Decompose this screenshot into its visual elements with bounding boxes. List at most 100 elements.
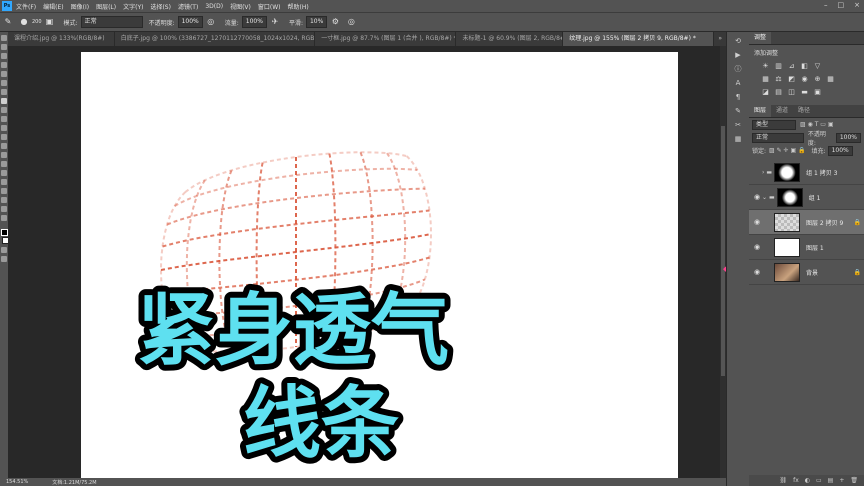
color-lookup-icon[interactable]: ▦ <box>826 75 835 84</box>
menu-3d[interactable]: 3D(D) <box>205 3 223 10</box>
exposure-icon[interactable]: ◧ <box>800 62 809 71</box>
menu-view[interactable]: 视图(V) <box>230 2 251 11</box>
blur-tool-icon[interactable] <box>1 143 7 149</box>
info-icon[interactable]: ⓘ <box>732 64 744 74</box>
hand-tool-icon[interactable] <box>1 197 7 203</box>
history-brush-tool-icon[interactable] <box>1 116 7 122</box>
quick-select-tool-icon[interactable] <box>1 62 7 68</box>
brush-settings-icon[interactable]: ✎ <box>732 106 744 116</box>
flow-input[interactable]: 100% <box>241 16 267 28</box>
actions-icon[interactable]: ▶ <box>732 50 744 60</box>
tab-layers[interactable]: 图层 <box>749 105 772 117</box>
pen-tool-icon[interactable] <box>1 161 7 167</box>
paragraph-icon[interactable]: ¶ <box>732 92 744 102</box>
black-white-icon[interactable]: ◩ <box>787 75 796 84</box>
pressure-size-icon[interactable]: ◎ <box>346 17 356 27</box>
brush-panel-icon[interactable]: ▣ <box>45 17 55 27</box>
filter-icons[interactable]: ▨ ◉ T ▭ ▣ <box>800 121 834 128</box>
scrollbar-thumb[interactable] <box>721 126 725 376</box>
layer-row[interactable]: ◉ 背景 🔒 <box>749 260 864 285</box>
tab-paths[interactable]: 路径 <box>793 105 815 117</box>
tab-doc-3[interactable]: 一寸框.jpg @ 87.7% (图层 1 (合并 ), RGB/8#) * <box>315 32 457 46</box>
mode-select[interactable]: 正常 <box>80 16 143 28</box>
layer-row-selected[interactable]: ◉ 图层 2 拷贝 9 🔒 <box>749 210 864 235</box>
menu-window[interactable]: 窗口(W) <box>258 2 281 11</box>
dodge-tool-icon[interactable] <box>1 152 7 158</box>
layer-kind-select[interactable]: 类型 <box>752 119 796 130</box>
brush-tool-icon[interactable]: ✎ <box>3 17 13 27</box>
gradient-tool-icon[interactable] <box>1 134 7 140</box>
levels-icon[interactable]: ▥ <box>774 62 783 71</box>
opacity-input[interactable]: 100% <box>177 16 203 28</box>
menu-select[interactable]: 选择(S) <box>150 2 171 11</box>
close-button[interactable]: × <box>854 1 860 9</box>
more-tools-icon[interactable] <box>1 215 7 221</box>
eye-icon[interactable]: ◉ <box>752 193 762 201</box>
menu-layer[interactable]: 图层(L) <box>96 2 116 11</box>
tab-doc-2[interactable]: 白底子.jpg @ 100% (3386727_1270112770058_10… <box>114 32 316 46</box>
swatches-icon[interactable]: ▦ <box>732 134 744 144</box>
color-balance-icon[interactable]: ⚖ <box>774 75 783 84</box>
menu-help[interactable]: 帮助(H) <box>288 2 309 11</box>
crop-tool-icon[interactable] <box>1 71 7 77</box>
eye-icon[interactable]: ◉ <box>752 218 762 226</box>
brush-size-value[interactable]: 200 <box>32 17 42 27</box>
document-workspace[interactable]: 紧身透气 线条 <box>8 46 720 478</box>
document-canvas[interactable]: 紧身透气 线条 <box>81 52 678 478</box>
tab-doc-4[interactable]: 未标题-1 @ 60.9% (图层 2, RGB/8#) * <box>456 32 564 46</box>
maximize-button[interactable]: □ <box>838 1 845 9</box>
gradient-map-icon[interactable]: ▬ <box>800 88 809 97</box>
layer-row[interactable]: ◉ ⌄ ▬ 组 1 <box>749 185 864 210</box>
new-group-icon[interactable]: ▤ <box>828 477 834 484</box>
tab-channels[interactable]: 通道 <box>771 105 793 117</box>
path-select-tool-icon[interactable] <box>1 179 7 185</box>
posterize-icon[interactable]: ▤ <box>774 88 783 97</box>
screen-mode-icon[interactable] <box>1 256 7 262</box>
lock-icons[interactable]: ▨ ✎ ✛ ▣ 🔒 <box>769 147 806 154</box>
menu-filter[interactable]: 滤镜(T) <box>178 2 198 11</box>
move-tool-icon[interactable] <box>1 35 7 41</box>
trash-icon[interactable]: 🗑 <box>850 477 858 484</box>
selective-color-icon[interactable]: ▣ <box>813 88 822 97</box>
tab-doc-5[interactable]: 纹理.jpg @ 155% (图层 2 拷贝 9, RGB/8#) * <box>563 32 715 46</box>
zoom-level[interactable]: 154.51% <box>6 479 28 485</box>
zoom-tool-icon[interactable] <box>1 206 7 212</box>
menu-image[interactable]: 图像(I) <box>71 2 89 11</box>
new-layer-icon[interactable]: + <box>839 477 844 484</box>
history-icon[interactable]: ⟲ <box>732 36 744 46</box>
pressure-opacity-icon[interactable]: ◎ <box>206 17 216 27</box>
hue-saturation-icon[interactable]: ▦ <box>761 75 770 84</box>
tabs-overflow-button[interactable]: » <box>714 32 726 46</box>
gear-icon[interactable]: ⚙ <box>330 17 340 27</box>
layer-opacity-input[interactable]: 100% <box>835 132 861 143</box>
layer-fill-input[interactable]: 100% <box>827 145 853 156</box>
character-icon[interactable]: A <box>732 78 744 88</box>
photo-filter-icon[interactable]: ◉ <box>800 75 809 84</box>
type-tool-icon[interactable] <box>1 170 7 176</box>
shape-tool-icon[interactable] <box>1 188 7 194</box>
curves-icon[interactable]: ⊿ <box>787 62 796 71</box>
menu-file[interactable]: 文件(F) <box>16 2 36 11</box>
lasso-tool-icon[interactable] <box>1 53 7 59</box>
menu-edit[interactable]: 编辑(E) <box>43 2 63 11</box>
fx-icon[interactable]: fx <box>793 477 799 484</box>
foreground-color-swatch[interactable] <box>1 229 8 236</box>
eyedropper-tool-icon[interactable] <box>1 80 7 86</box>
brush-tool-icon[interactable] <box>1 98 7 104</box>
tab-doc-1[interactable]: 课程介绍.jpg @ 133%(RGB/8#) <box>8 32 115 46</box>
invert-icon[interactable]: ◪ <box>761 88 770 97</box>
link-layers-icon[interactable]: ⛓ <box>779 477 787 484</box>
tab-adjustments[interactable]: 调整 <box>749 32 772 44</box>
marquee-tool-icon[interactable] <box>1 44 7 50</box>
eye-icon[interactable]: ◉ <box>752 243 762 251</box>
brush-preset-icon[interactable]: ● <box>19 17 29 27</box>
quick-mask-icon[interactable] <box>1 247 7 253</box>
expand-arrow-icon[interactable]: ⌄ <box>762 194 767 201</box>
vibrance-icon[interactable]: ▽ <box>813 62 822 71</box>
threshold-icon[interactable]: ◫ <box>787 88 796 97</box>
smooth-input[interactable]: 10% <box>305 16 328 28</box>
eye-icon[interactable]: ◉ <box>752 268 762 276</box>
stamp-tool-icon[interactable] <box>1 107 7 113</box>
tool-presets-icon[interactable]: ✂ <box>732 120 744 130</box>
layer-row[interactable]: › ▬ 组 1 拷贝 3 <box>749 160 864 185</box>
